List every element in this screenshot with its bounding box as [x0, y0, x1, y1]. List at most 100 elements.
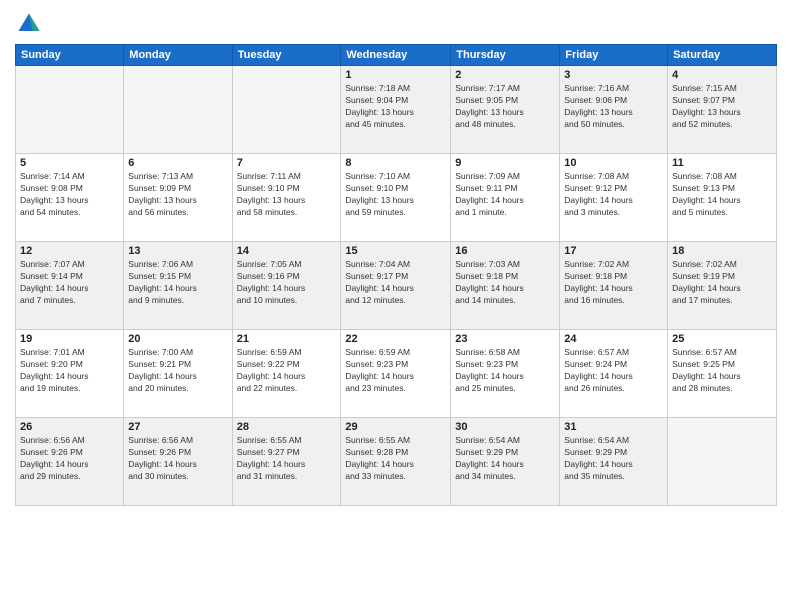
calendar-cell: 1Sunrise: 7:18 AMSunset: 9:04 PMDaylight… [341, 66, 451, 154]
calendar-cell: 12Sunrise: 7:07 AMSunset: 9:14 PMDayligh… [16, 242, 124, 330]
day-info: Sunrise: 6:54 AMSunset: 9:29 PMDaylight:… [564, 435, 663, 483]
day-info: Sunrise: 6:55 AMSunset: 9:28 PMDaylight:… [345, 435, 446, 483]
day-number: 14 [237, 245, 337, 257]
logo-icon [15, 10, 43, 38]
day-header-monday: Monday [124, 45, 232, 66]
calendar-cell: 8 Sunrise: 7:10 AMSunset: 9:10 PMDaylight… [341, 154, 451, 242]
calendar-cell [124, 66, 232, 154]
calendar-cell: 25Sunrise: 6:57 AMSunset: 9:25 PMDayligh… [668, 330, 777, 418]
calendar-cell: 14 Sunrise: 7:05 AMSunset: 9:16 PMDayligh… [232, 242, 341, 330]
calendar-cell: 24 Sunrise: 6:57 AMSunset: 9:24 PMDayligh… [560, 330, 668, 418]
day-info: Sunrise: 6:56 AMSunset: 9:26 PMDaylight:… [20, 435, 119, 483]
calendar-cell: 31 Sunrise: 6:54 AMSunset: 9:29 PMDayligh… [560, 418, 668, 506]
calendar-header-row: SundayMondayTuesdayWednesdayThursdayFrid… [16, 45, 777, 66]
day-number: 11 [672, 157, 772, 169]
day-number: 27 [128, 421, 227, 433]
calendar-cell: 15 Sunrise: 7:04 AMSunset: 9:17 PMDayligh… [341, 242, 451, 330]
calendar-cell: 20Sunrise: 7:00 AMSunset: 9:21 PMDayligh… [124, 330, 232, 418]
day-info: Sunrise: 7:05 AMSunset: 9:16 PMDaylight:… [237, 259, 337, 307]
day-number: 7 [237, 157, 337, 169]
day-info: Sunrise: 6:57 AMSunset: 9:24 PMDaylight:… [564, 347, 663, 395]
day-number: 12 [20, 245, 119, 257]
day-header-thursday: Thursday [451, 45, 560, 66]
calendar-cell: 17 Sunrise: 7:02 AMSunset: 9:18 PMDayligh… [560, 242, 668, 330]
day-number: 28 [237, 421, 337, 433]
calendar-cell: 26 Sunrise: 6:56 AMSunset: 9:26 PMDayligh… [16, 418, 124, 506]
calendar-cell [668, 418, 777, 506]
day-number: 23 [455, 333, 555, 345]
calendar-cell: 11 Sunrise: 7:08 AMSunset: 9:13 PMDayligh… [668, 154, 777, 242]
week-row-5: 26 Sunrise: 6:56 AMSunset: 9:26 PMDayligh… [16, 418, 777, 506]
day-info: Sunrise: 7:11 AMSunset: 9:10 PMDaylight:… [237, 171, 337, 219]
day-info: Sunrise: 7:17 AMSunset: 9:05 PMDaylight:… [455, 83, 555, 131]
week-row-4: 19 Sunrise: 7:01 AMSunset: 9:20 PMDayligh… [16, 330, 777, 418]
day-info: Sunrise: 6:55 AMSunset: 9:27 PMDaylight:… [237, 435, 337, 483]
day-info: Sunrise: 7:13 AMSunset: 9:09 PMDaylight:… [128, 171, 227, 219]
calendar-cell [16, 66, 124, 154]
calendar-cell [232, 66, 341, 154]
calendar-cell: 22Sunrise: 6:59 AMSunset: 9:23 PMDayligh… [341, 330, 451, 418]
day-info: Sunrise: 7:10 AMSunset: 9:10 PMDaylight:… [345, 171, 446, 219]
calendar-cell: 16Sunrise: 7:03 AMSunset: 9:18 PMDayligh… [451, 242, 560, 330]
day-number: 15 [345, 245, 446, 257]
calendar-cell: 18 Sunrise: 7:02 AMSunset: 9:19 PMDayligh… [668, 242, 777, 330]
day-info: Sunrise: 6:59 AMSunset: 9:22 PMDaylight:… [237, 347, 337, 395]
day-info: Sunrise: 7:16 AMSunset: 9:06 PMDaylight:… [564, 83, 663, 131]
calendar-cell: 4 Sunrise: 7:15 AMSunset: 9:07 PMDaylight… [668, 66, 777, 154]
day-number: 31 [564, 421, 663, 433]
header [15, 10, 777, 38]
day-header-wednesday: Wednesday [341, 45, 451, 66]
calendar-cell: 5 Sunrise: 7:14 AMSunset: 9:08 PMDaylight… [16, 154, 124, 242]
day-info: Sunrise: 7:03 AMSunset: 9:18 PMDaylight:… [455, 259, 555, 307]
day-number: 30 [455, 421, 555, 433]
day-info: Sunrise: 7:09 AMSunset: 9:11 PMDaylight:… [455, 171, 555, 219]
day-header-saturday: Saturday [668, 45, 777, 66]
calendar-cell: 2 Sunrise: 7:17 AMSunset: 9:05 PMDaylight… [451, 66, 560, 154]
calendar-cell: 28 Sunrise: 6:55 AMSunset: 9:27 PMDayligh… [232, 418, 341, 506]
day-info: Sunrise: 6:54 AMSunset: 9:29 PMDaylight:… [455, 435, 555, 483]
day-number: 9 [455, 157, 555, 169]
day-number: 19 [20, 333, 119, 345]
day-number: 29 [345, 421, 446, 433]
day-info: Sunrise: 7:06 AMSunset: 9:15 PMDaylight:… [128, 259, 227, 307]
calendar-cell: 30 Sunrise: 6:54 AMSunset: 9:29 PMDayligh… [451, 418, 560, 506]
calendar-cell: 19 Sunrise: 7:01 AMSunset: 9:20 PMDayligh… [16, 330, 124, 418]
day-number: 10 [564, 157, 663, 169]
day-number: 17 [564, 245, 663, 257]
day-info: Sunrise: 7:02 AMSunset: 9:19 PMDaylight:… [672, 259, 772, 307]
calendar-cell: 21 Sunrise: 6:59 AMSunset: 9:22 PMDayligh… [232, 330, 341, 418]
calendar-cell: 7 Sunrise: 7:11 AMSunset: 9:10 PMDaylight… [232, 154, 341, 242]
day-header-tuesday: Tuesday [232, 45, 341, 66]
day-info: Sunrise: 7:00 AMSunset: 9:21 PMDaylight:… [128, 347, 227, 395]
week-row-1: 1Sunrise: 7:18 AMSunset: 9:04 PMDaylight… [16, 66, 777, 154]
day-info: Sunrise: 7:01 AMSunset: 9:20 PMDaylight:… [20, 347, 119, 395]
day-header-sunday: Sunday [16, 45, 124, 66]
day-number: 8 [345, 157, 446, 169]
day-info: Sunrise: 7:15 AMSunset: 9:07 PMDaylight:… [672, 83, 772, 131]
day-info: Sunrise: 7:04 AMSunset: 9:17 PMDaylight:… [345, 259, 446, 307]
day-info: Sunrise: 7:08 AMSunset: 9:13 PMDaylight:… [672, 171, 772, 219]
page: SundayMondayTuesdayWednesdayThursdayFrid… [0, 0, 792, 612]
day-info: Sunrise: 6:59 AMSunset: 9:23 PMDaylight:… [345, 347, 446, 395]
calendar-cell: 27Sunrise: 6:56 AMSunset: 9:26 PMDayligh… [124, 418, 232, 506]
calendar-cell: 29 Sunrise: 6:55 AMSunset: 9:28 PMDayligh… [341, 418, 451, 506]
day-header-friday: Friday [560, 45, 668, 66]
day-info: Sunrise: 7:08 AMSunset: 9:12 PMDaylight:… [564, 171, 663, 219]
calendar-cell: 3 Sunrise: 7:16 AMSunset: 9:06 PMDaylight… [560, 66, 668, 154]
day-info: Sunrise: 7:14 AMSunset: 9:08 PMDaylight:… [20, 171, 119, 219]
day-number: 26 [20, 421, 119, 433]
logo [15, 10, 47, 38]
day-info: Sunrise: 7:02 AMSunset: 9:18 PMDaylight:… [564, 259, 663, 307]
day-number: 24 [564, 333, 663, 345]
day-number: 1 [345, 69, 446, 81]
day-number: 18 [672, 245, 772, 257]
day-number: 21 [237, 333, 337, 345]
calendar-cell: 6Sunrise: 7:13 AMSunset: 9:09 PMDaylight… [124, 154, 232, 242]
day-number: 4 [672, 69, 772, 81]
day-number: 5 [20, 157, 119, 169]
day-number: 2 [455, 69, 555, 81]
day-number: 25 [672, 333, 772, 345]
week-row-3: 12Sunrise: 7:07 AMSunset: 9:14 PMDayligh… [16, 242, 777, 330]
day-number: 3 [564, 69, 663, 81]
calendar-cell: 23Sunrise: 6:58 AMSunset: 9:23 PMDayligh… [451, 330, 560, 418]
